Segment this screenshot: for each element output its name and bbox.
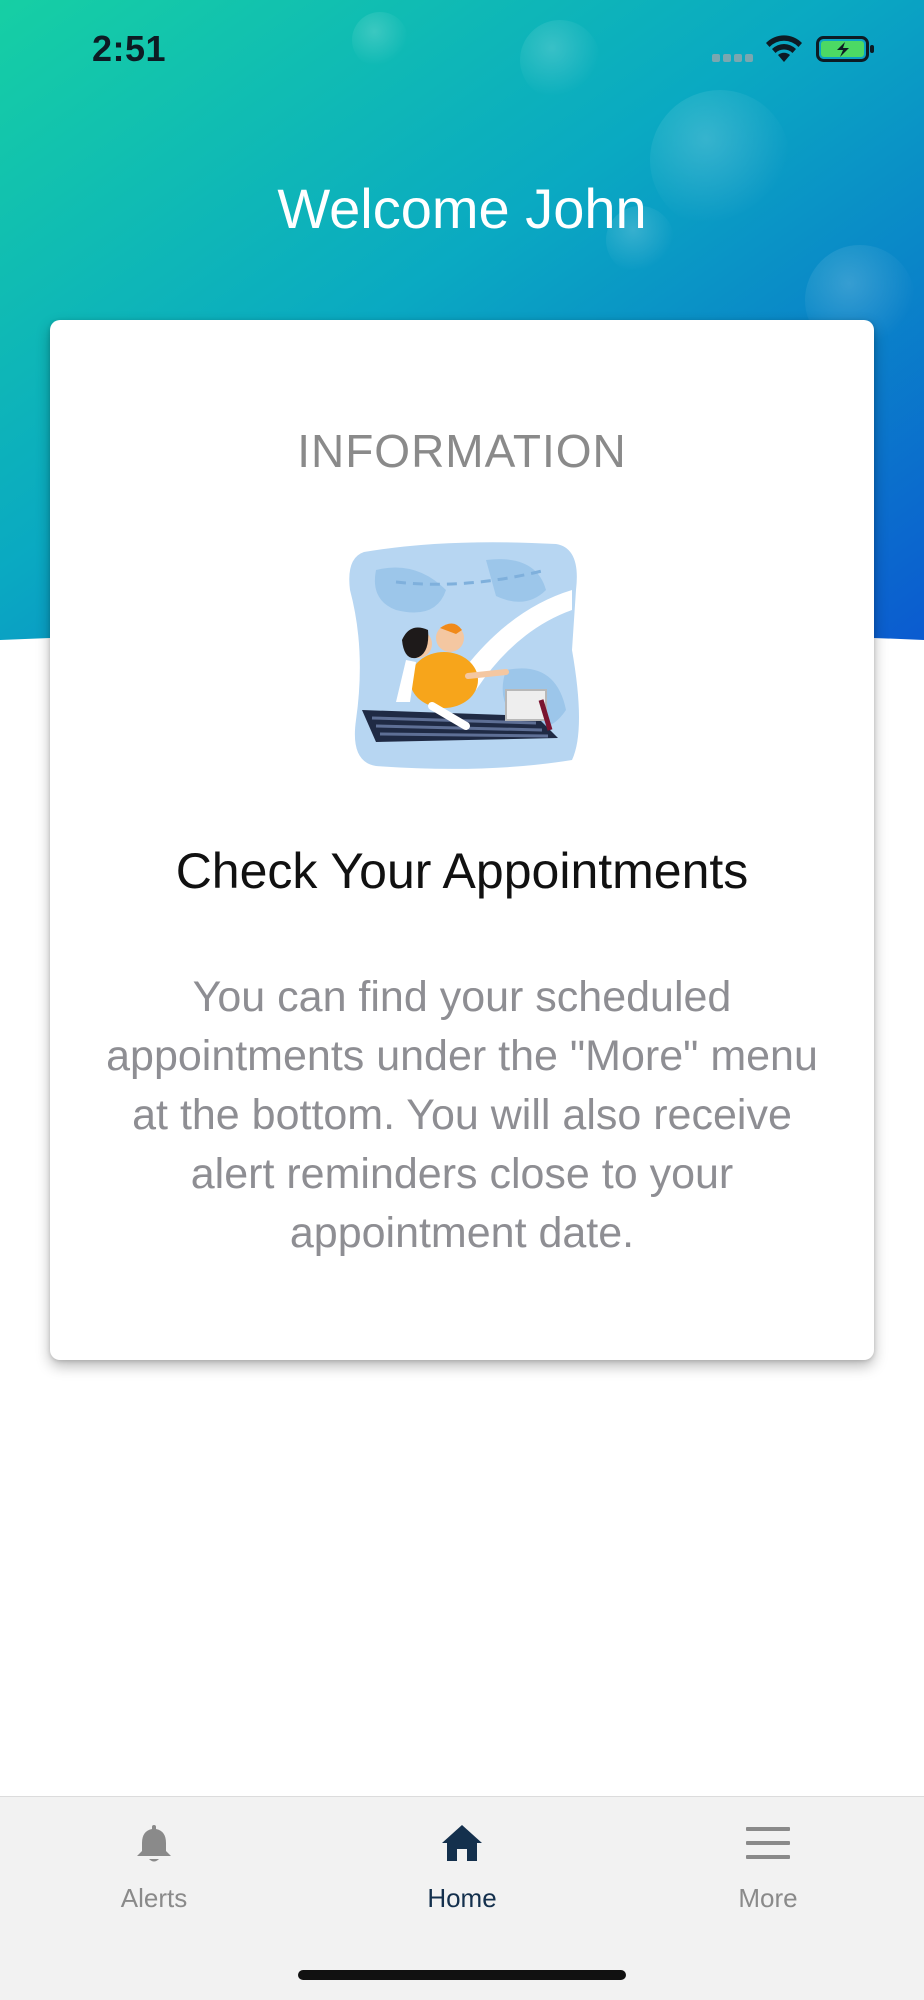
tab-more-label: More [738, 1883, 798, 1913]
status-time: 2:51 [92, 28, 167, 69]
tab-alerts-label: Alerts [120, 1883, 188, 1913]
battery-charging-icon [816, 36, 874, 62]
home-icon [442, 1825, 482, 1861]
status-bar: 2:51 [0, 0, 924, 100]
tab-home[interactable]: Home [362, 1797, 562, 1927]
wifi-icon [766, 35, 802, 62]
information-card: INFORMATION Check Your Appointments You … [50, 320, 874, 1360]
tab-alerts[interactable]: Alerts [54, 1797, 254, 1927]
travel-illustration [349, 542, 579, 769]
menu-icon [746, 1827, 790, 1859]
tab-more[interactable]: More [668, 1797, 868, 1927]
card-body-text: You can find your scheduled appointments… [106, 973, 818, 1257]
cellular-signal-icon [712, 54, 753, 62]
home-indicator[interactable] [298, 1970, 626, 1980]
welcome-title: Welcome John [277, 177, 647, 240]
tab-home-label: Home [427, 1883, 497, 1913]
bell-icon [137, 1825, 171, 1862]
card-eyebrow: INFORMATION [297, 425, 627, 477]
card-heading: Check Your Appointments [175, 843, 749, 899]
